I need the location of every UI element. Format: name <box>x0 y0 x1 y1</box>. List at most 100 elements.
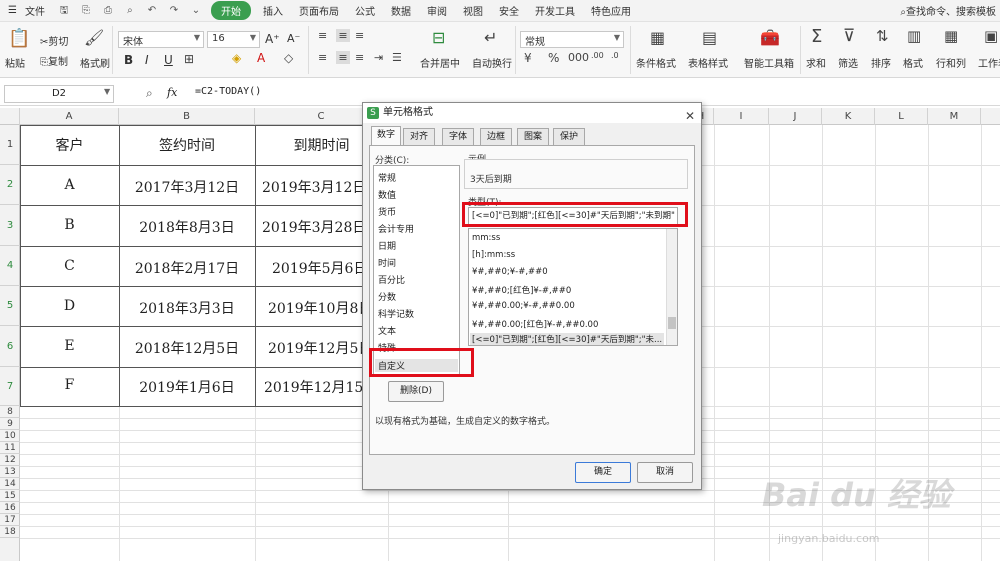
row-col-button[interactable]: 行和列 <box>936 55 966 70</box>
category-list[interactable]: 常规 数值 货币 会计专用 日期 时间 百分比 分数 科学记数 文本 特殊 自定… <box>373 165 460 375</box>
category-number[interactable]: 数值 <box>378 188 396 201</box>
type-item[interactable]: mm:ss <box>472 233 500 243</box>
filter-button[interactable]: 筛选 <box>838 55 858 70</box>
fill-color-icon[interactable]: ◈ <box>232 51 241 65</box>
cell-c5[interactable]: 2019年10月8日 <box>268 298 368 318</box>
type-item-selected[interactable]: [<=0]"已到期";[红色][<=30]#"天后到期";"未... <box>470 333 664 345</box>
cell-b7[interactable]: 2019年1月6日 <box>119 377 255 397</box>
print-preview-icon[interactable]: ⌕ <box>122 4 138 18</box>
row-header-17[interactable]: 17 <box>0 514 20 526</box>
worksheet-icon[interactable]: ▣ <box>984 27 998 45</box>
smart-toolbox-icon[interactable]: 🧰 <box>760 28 780 47</box>
cut-button[interactable]: ✂剪切 <box>40 33 68 48</box>
hamburger-menu-icon[interactable]: ☰ <box>0 5 25 16</box>
conditional-format-icon[interactable]: ▦ <box>650 28 665 47</box>
align-left-icon[interactable]: ≡ <box>318 51 327 64</box>
column-header-j[interactable]: J <box>769 108 822 125</box>
tab-security[interactable]: 安全 <box>491 3 527 18</box>
row-header-8[interactable]: 8 <box>0 406 20 418</box>
undo-icon[interactable]: ↶ <box>144 4 160 18</box>
formula-input[interactable]: =C2-TODAY() <box>195 86 261 97</box>
cell-a4[interactable]: C <box>20 258 119 274</box>
row-header-9[interactable]: 9 <box>0 418 20 430</box>
row-header-6[interactable]: 6 <box>0 326 20 367</box>
row-header-14[interactable]: 14 <box>0 478 20 490</box>
wrap-text-button[interactable]: 自动换行 <box>472 55 512 70</box>
cell-c6[interactable]: 2019年12月5日 <box>268 338 368 358</box>
table-style-icon[interactable]: ▤ <box>702 28 717 47</box>
percent-icon[interactable]: % <box>548 51 559 65</box>
tab-data[interactable]: 数据 <box>383 3 419 18</box>
category-accounting[interactable]: 会计专用 <box>378 222 414 235</box>
cell-b6[interactable]: 2018年12月5日 <box>119 338 255 358</box>
font-shrink-button[interactable]: A⁻ <box>287 32 300 45</box>
row-header-18[interactable]: 18 <box>0 526 20 538</box>
wrap-text-icon[interactable]: ↵ <box>484 28 497 47</box>
header-cell-customer[interactable]: 客户 <box>20 135 119 155</box>
dialog-title-bar[interactable]: S 单元格格式 ✕ <box>363 103 701 123</box>
scrollbar-thumb[interactable] <box>668 317 676 329</box>
increase-decimal-icon[interactable]: .00 <box>591 51 604 60</box>
cell-b5[interactable]: 2018年3月3日 <box>119 298 255 318</box>
font-size-select[interactable]: 16 ▼ <box>207 31 260 48</box>
type-item[interactable]: ¥#,##0.00;[红色]¥-#,##0.00 <box>472 318 598 330</box>
borders-icon[interactable]: ⊞ <box>184 52 194 66</box>
format-painter-icon[interactable]: 🖌 <box>84 28 104 47</box>
sum-button[interactable]: 求和 <box>806 55 826 70</box>
column-header-a[interactable]: A <box>20 108 119 125</box>
cell-b3[interactable]: 2018年8月3日 <box>119 217 255 237</box>
thousands-icon[interactable]: 000 <box>568 51 589 64</box>
smart-toolbox-button[interactable]: 智能工具箱 <box>744 55 794 70</box>
tab-special-apps[interactable]: 特色应用 <box>583 3 639 18</box>
type-item[interactable]: ¥#,##0.00;¥-#,##0.00 <box>472 301 575 311</box>
distributed-icon[interactable]: ☰ <box>392 51 402 64</box>
column-header[interactable] <box>0 108 20 125</box>
category-time[interactable]: 时间 <box>378 256 396 269</box>
sort-icon[interactable]: ⇅ <box>876 27 889 45</box>
align-center-icon[interactable]: ≡ <box>336 51 350 64</box>
category-percent[interactable]: 百分比 <box>378 273 405 286</box>
row-header-16[interactable]: 16 <box>0 502 20 514</box>
command-search[interactable]: ⌕查找命令、搜索模板 <box>900 3 1000 18</box>
delete-button[interactable]: 删除(D) <box>388 381 444 402</box>
align-right-icon[interactable]: ≡ <box>355 51 364 64</box>
format-icon[interactable]: ▥ <box>907 27 921 45</box>
tab-protection[interactable]: 保护 <box>553 128 585 145</box>
align-middle-icon[interactable]: ≡ <box>336 29 350 42</box>
row-header-2[interactable]: 2 <box>0 165 20 205</box>
category-scientific[interactable]: 科学记数 <box>378 307 414 320</box>
type-list[interactable]: mm:ss [h]:mm:ss ¥#,##0;¥-#,##0 ¥#,##0;[红… <box>468 228 678 346</box>
row-header-10[interactable]: 10 <box>0 430 20 442</box>
type-item[interactable]: [h]:mm:ss <box>472 250 515 260</box>
cancel-button[interactable]: 取消 <box>637 462 693 483</box>
column-header-b[interactable]: B <box>119 108 255 125</box>
tab-alignment[interactable]: 对齐 <box>403 128 435 145</box>
paste-button[interactable]: 粘贴 <box>5 55 25 70</box>
type-list-scrollbar[interactable] <box>666 229 677 345</box>
tab-border[interactable]: 边框 <box>480 128 512 145</box>
sum-icon[interactable]: Σ <box>811 26 822 47</box>
font-grow-button[interactable]: A⁺ <box>265 32 280 46</box>
fx-icon[interactable]: fx <box>167 86 177 99</box>
column-header-k[interactable]: K <box>822 108 875 125</box>
row-header-12[interactable]: 12 <box>0 454 20 466</box>
tab-formulas[interactable]: 公式 <box>347 3 383 18</box>
type-item[interactable]: ¥#,##0;[红色]¥-#,##0 <box>472 284 571 296</box>
row-header-5[interactable]: 5 <box>0 286 20 326</box>
tab-pattern[interactable]: 图案 <box>517 128 549 145</box>
tab-start[interactable]: 开始 <box>210 1 251 20</box>
column-header-m[interactable]: M <box>928 108 981 125</box>
cell-a2[interactable]: A <box>20 177 119 193</box>
sort-button[interactable]: 排序 <box>871 55 891 70</box>
quick-access-dropdown-icon[interactable]: ⌄ <box>188 4 204 18</box>
tab-review[interactable]: 审阅 <box>419 3 455 18</box>
format-painter-button[interactable]: 格式刷 <box>80 55 110 70</box>
save-icon[interactable]: 🖫 <box>56 4 72 18</box>
tab-number[interactable]: 数字 <box>371 126 401 146</box>
align-top-icon[interactable]: ≡ <box>318 29 327 42</box>
row-header-15[interactable]: 15 <box>0 490 20 502</box>
align-bottom-icon[interactable]: ≡ <box>355 29 364 42</box>
row-header-4[interactable]: 4 <box>0 246 20 286</box>
indent-icon[interactable]: ⇥ <box>374 51 383 64</box>
cell-a6[interactable]: E <box>20 338 119 354</box>
